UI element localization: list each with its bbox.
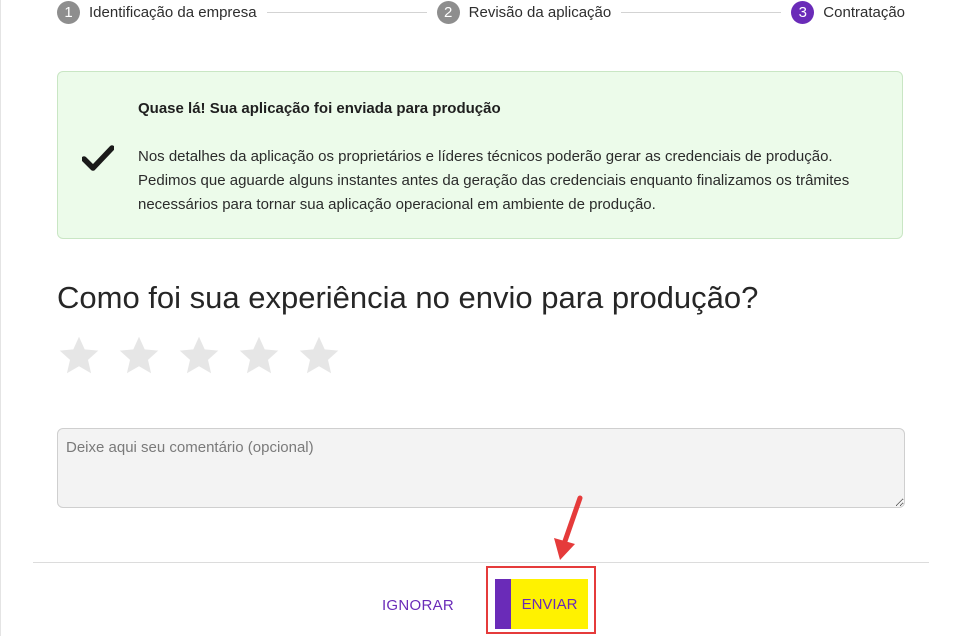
star-icon[interactable] [117,334,161,378]
annotation-arrow-icon [548,492,588,564]
step-3: 3 Contratação [791,0,906,24]
success-alert: Quase lá! Sua aplicação foi enviada para… [57,71,903,239]
step-label: Identificação da empresa [89,3,257,21]
alert-title: Quase lá! Sua aplicação foi enviada para… [138,100,501,117]
step-label: Revisão da aplicação [468,3,612,21]
step-number: 2 [436,0,460,24]
comment-textarea[interactable] [57,428,905,508]
step-number: 1 [57,0,80,24]
send-button[interactable]: ENVIAR [495,579,588,629]
page: 1 Identificação da empresa 2 Revisão da … [0,0,964,636]
feedback-question: Como foi sua experiência no envio para p… [57,280,759,315]
star-icon[interactable] [57,334,101,378]
stepper: 1 Identificação da empresa 2 Revisão da … [57,0,905,24]
send-button-accent [495,579,511,629]
step-2: 2 Revisão da aplicação [436,0,612,24]
star-icon[interactable] [297,334,341,378]
step-1: 1 Identificação da empresa [57,0,257,24]
send-button-label: ENVIAR [521,595,578,613]
star-rating [57,334,357,378]
step-connector [266,11,427,13]
ignore-button[interactable]: IGNORAR [372,588,464,622]
step-connector [621,11,782,13]
star-icon[interactable] [237,334,281,378]
alert-message: Nos detalhes da aplicação os proprietári… [138,148,850,213]
step-number: 3 [791,0,815,24]
footer-divider [33,562,929,563]
left-border [0,0,1,636]
step-label: Contratação [823,3,906,21]
check-icon [81,144,115,172]
star-icon[interactable] [177,334,221,378]
